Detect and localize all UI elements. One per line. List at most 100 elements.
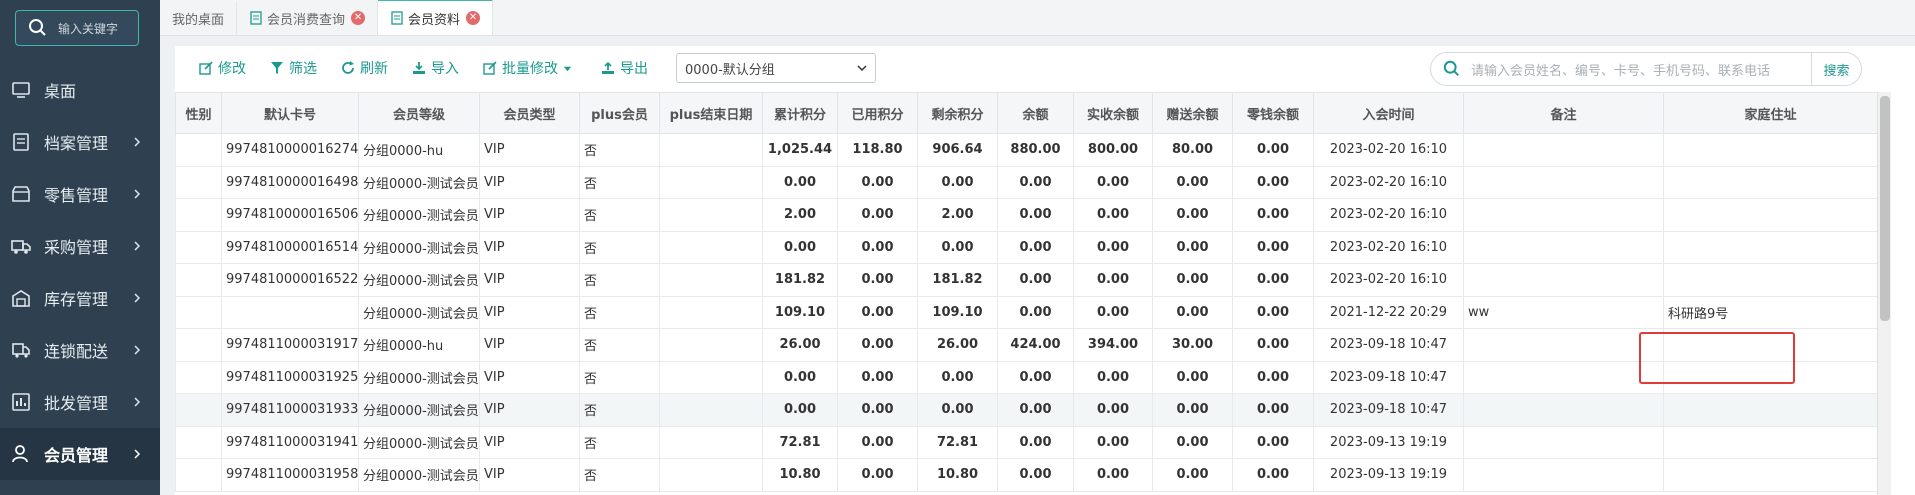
table-cell	[659, 360, 763, 394]
column-header[interactable]: plus结束日期	[659, 92, 763, 134]
table-cell: 0.00	[1232, 295, 1314, 329]
edit-button[interactable]: 修改	[199, 58, 246, 78]
scrollbar-thumb[interactable]	[1880, 96, 1890, 321]
table-cell: 72.81	[917, 425, 998, 459]
table-cell: 否	[579, 165, 660, 199]
table-cell: 0.00	[997, 393, 1074, 427]
column-header[interactable]: 累计积分	[762, 92, 838, 134]
column-header[interactable]: 备注	[1463, 92, 1664, 134]
column-header[interactable]: 剩余积分	[917, 92, 998, 134]
tab-label: 会员资料	[408, 12, 461, 28]
table-cell: 9974810000016274	[221, 133, 359, 167]
tab-member-consumption[interactable]: 会员消费查询 ✕	[237, 1, 379, 35]
table-cell: 2023-09-13 19:19	[1313, 458, 1464, 492]
column-header[interactable]: 会员等级	[358, 92, 480, 134]
table-cell: 0.00	[997, 198, 1074, 232]
column-header[interactable]: 会员类型	[479, 92, 580, 134]
column-header[interactable]: 余额	[997, 92, 1074, 134]
sidebar-item-purchase[interactable]: 采购管理	[0, 220, 160, 272]
table-cell	[175, 295, 222, 329]
table-cell: 80.00	[1152, 133, 1233, 167]
table-cell: 否	[579, 425, 660, 459]
chart-icon	[10, 391, 32, 413]
column-header[interactable]: 性别	[175, 92, 222, 134]
table-cell	[175, 263, 222, 297]
table-cell: 分组0000-测试会员	[358, 425, 480, 459]
export-icon	[602, 61, 614, 74]
table-cell: 800.00	[1073, 133, 1153, 167]
sidebar-item-members[interactable]: 会员管理	[0, 428, 160, 480]
table-row[interactable]: 9974811000031925 分组0000-测试会员 VIP 否 0.00 0.00 0…	[175, 360, 1877, 394]
sidebar-item-desktop[interactable]: 桌面	[0, 64, 160, 116]
table-cell: 0.00	[1152, 165, 1233, 199]
table-row[interactable]: 9974810000016514 分组0000-测试会员 VIP 否 0.00 0.00 0…	[175, 230, 1877, 264]
column-header[interactable]: 零钱余额	[1232, 92, 1314, 134]
column-header[interactable]: 家庭住址	[1663, 92, 1877, 134]
table-row[interactable]: 9974810000016522 分组0000-测试会员 VIP 否 181.82 0.0…	[175, 263, 1877, 297]
table-cell: 科研路9号	[1663, 295, 1877, 329]
table-cell	[1463, 133, 1664, 167]
table-cell: 分组0000-hu	[358, 133, 480, 167]
tab-member-profile[interactable]: 会员资料 ✕	[378, 0, 494, 35]
tab-my-desktop[interactable]: 我的桌面	[160, 1, 238, 35]
table-row[interactable]: 9974810000016274 分组0000-hu VIP 否 1,025.44 118…	[175, 133, 1877, 167]
export-button[interactable]: 导出	[601, 58, 648, 78]
search-icon	[29, 19, 46, 36]
edit-icon	[199, 61, 213, 75]
close-icon[interactable]: ✕	[351, 11, 366, 25]
table-row[interactable]: 9974811000031958 分组0000-测试会员 VIP 否 10.80 0.00…	[175, 458, 1877, 492]
sidebar-search[interactable]: 输入关键字	[15, 10, 139, 46]
sidebar-item-retail[interactable]: 零售管理	[0, 168, 160, 220]
sidebar-item-delivery[interactable]: 连锁配送	[0, 324, 160, 376]
refresh-icon	[342, 61, 354, 74]
table-cell: 0.00	[997, 458, 1074, 492]
table-cell: 0.00	[1232, 458, 1314, 492]
vertical-scrollbar[interactable]	[1877, 92, 1891, 495]
member-table-wrap: 性别 默认卡号 会员等级 会员类型 plus会员 plus结束日期 累计积分 已用积分 剩余积分…	[175, 92, 1877, 495]
table-cell: 0.00	[837, 393, 918, 427]
table-cell: VIP	[479, 328, 580, 362]
table-cell: 394.00	[1073, 328, 1153, 362]
column-header[interactable]: 实收余额	[1073, 92, 1153, 134]
column-header[interactable]: 入会时间	[1313, 92, 1464, 134]
table-cell: 0.00	[1152, 425, 1233, 459]
refresh-button[interactable]: 刷新	[341, 58, 388, 78]
filter-button[interactable]: 筛选	[270, 58, 317, 78]
table-cell	[1463, 198, 1664, 232]
column-header[interactable]: 赠送余额	[1152, 92, 1233, 134]
table-row[interactable]: 9974811000031941 分组0000-测试会员 VIP 否 72.81 0.00…	[175, 425, 1877, 459]
table-row[interactable]: 9974811000031933 分组0000-测试会员 VIP 否 0.00 0.00 0…	[175, 393, 1877, 427]
table-cell: 0.00	[1152, 230, 1233, 264]
table-cell	[1463, 328, 1664, 362]
table-cell: 0.00	[837, 425, 918, 459]
sidebar-item-wholesale[interactable]: 批发管理	[0, 376, 160, 428]
table-row[interactable]: 9974811000031917 分组0000-hu VIP 否 26.00 0.00 26…	[175, 328, 1877, 362]
search-input[interactable]: 请输入会员姓名、编号、卡号、手机号码、联系电话	[1471, 60, 1811, 79]
sidebar-item-archive[interactable]: 档案管理	[0, 116, 160, 168]
table-cell: 分组0000-测试会员	[358, 165, 480, 199]
table-cell: 否	[579, 360, 660, 394]
table-cell: 0.00	[1152, 263, 1233, 297]
table-cell: 0.00	[837, 198, 918, 232]
table-cell: 0.00	[1152, 393, 1233, 427]
document-icon	[391, 11, 403, 25]
sidebar-menu: 桌面 档案管理 零售管理 采购管理 库存管理 连锁配送 批发管理 会员管理	[0, 64, 160, 480]
close-icon[interactable]: ✕	[466, 11, 481, 25]
table-cell: 1,025.44	[762, 133, 838, 167]
import-button[interactable]: 导入	[412, 58, 459, 78]
table-cell: VIP	[479, 295, 580, 329]
table-row[interactable]: 9974810000016506 分组0000-测试会员 VIP 否 2.00 0.00 2…	[175, 198, 1877, 232]
search-button[interactable]: 搜索	[1811, 53, 1861, 85]
column-header[interactable]: 默认卡号	[221, 92, 359, 134]
column-header[interactable]: plus会员	[579, 92, 660, 134]
table-row[interactable]: 9974810000016498 分组0000-测试会员 VIP 否 0.00 0.00 0…	[175, 165, 1877, 199]
chevron-right-icon	[132, 189, 142, 199]
group-select[interactable]: 0000-默认分组	[676, 53, 876, 83]
table-row[interactable]: 分组0000-测试会员 VIP 否 109.10 0.00 109.10 0.00 0.00 0…	[175, 295, 1877, 329]
table-cell: 0.00	[837, 165, 918, 199]
sidebar-item-inventory[interactable]: 库存管理	[0, 272, 160, 324]
batch-edit-button[interactable]: 批量修改	[483, 58, 577, 78]
table-cell: 0.00	[762, 393, 838, 427]
table-cell	[659, 165, 763, 199]
column-header[interactable]: 已用积分	[837, 92, 918, 134]
